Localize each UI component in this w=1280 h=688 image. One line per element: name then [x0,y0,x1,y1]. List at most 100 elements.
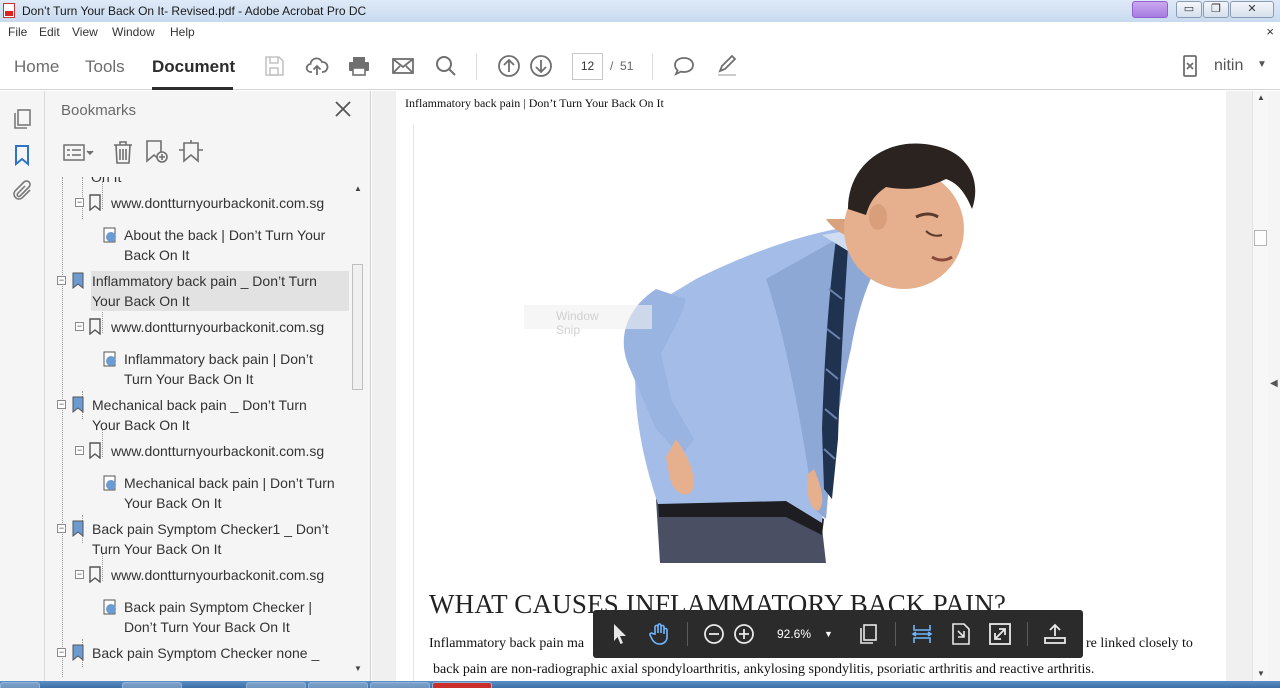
scroll-down-icon[interactable]: ▼ [1257,669,1265,678]
print-icon[interactable] [347,54,371,78]
fit-page-icon[interactable] [949,622,973,646]
pdf-app-icon [3,3,15,18]
bookmark-item[interactable]: Inflammatory back pain | Don’t Turn Your … [103,349,351,389]
close-icon[interactable] [333,99,353,119]
user-account-name[interactable]: nitin [1214,57,1243,75]
back-pain-photo [623,143,976,563]
upload-cloud-icon[interactable] [305,54,329,78]
close-document-button[interactable]: × [1266,24,1274,39]
bookmark-icon [88,194,102,212]
body-text-line-2: back pain are non-radiographic axial spo… [433,662,1095,677]
toolbar-separator [1027,622,1028,646]
document-scrollbar[interactable]: ▲ ▼ [1252,91,1268,688]
taskbar-button[interactable] [122,682,182,688]
bookmark-item[interactable]: Back pain Symptom Checker | Don’t Turn Yo… [103,597,351,637]
tab-tools[interactable]: Tools [85,57,125,77]
mobile-link-icon[interactable] [1178,54,1202,78]
expand-right-pane-icon[interactable]: ◀ [1270,378,1278,389]
taskbar-button[interactable] [308,682,368,688]
select-arrow-icon[interactable] [608,622,632,646]
window-snip-ghost: Window Snip [524,305,652,337]
zoom-in-icon[interactable] [732,622,756,646]
page-number-input[interactable]: 12 [572,53,603,80]
menu-bar: File Edit View Window Help × [0,22,1280,42]
chevron-down-icon[interactable]: ▼ [824,629,833,639]
running-header: Inflammatory back pain | Don’t Turn Your… [405,96,664,110]
web-page-icon [103,227,117,244]
delete-bookmark-icon[interactable] [112,139,134,165]
search-icon[interactable] [434,54,458,78]
bookmark-item[interactable]: − Mechanical back pain _ Don’t Turn Your … [57,395,349,435]
collapse-toggle-icon[interactable]: − [57,400,66,409]
taskbar-acrobat-button[interactable] [432,682,492,688]
next-page-icon[interactable] [529,54,553,78]
attachment-icon[interactable] [10,179,34,203]
chevron-down-icon[interactable]: ▼ [1257,59,1267,70]
web-page-icon [103,599,117,616]
os-taskbar [0,681,1280,688]
new-bookmark-icon[interactable] [145,139,169,165]
full-screen-icon[interactable] [988,622,1012,646]
bookmark-item-selected[interactable]: − Inflammatory back pain _ Don’t Turn You… [57,271,349,311]
page-display-icon[interactable] [856,622,880,646]
collapse-toggle-icon[interactable]: − [57,648,66,657]
pdf-page: Inflammatory back pain | Don’t Turn Your… [396,91,1226,688]
scroll-down-icon[interactable]: ▼ [354,664,362,673]
taskbar-start-button[interactable] [0,682,40,688]
previous-page-icon[interactable] [497,54,521,78]
window-title: Don’t Turn Your Back On It- Revised.pdf … [22,4,367,18]
web-page-icon [103,351,117,368]
zoom-out-icon[interactable] [702,622,726,646]
document-view[interactable]: Inflammatory back pain | Don’t Turn Your… [372,91,1252,688]
collapse-toggle-icon[interactable]: − [57,524,66,533]
new-bookmark-from-structure-icon[interactable] [178,139,204,165]
bookmark-icon[interactable] [10,143,34,167]
tab-document[interactable]: Document [152,57,235,77]
bookmark-icon [88,442,102,460]
toolbar-separator [687,622,688,646]
bookmark-item[interactable]: About the back | Don’t Turn Your Back On … [103,225,351,265]
bookmark-item[interactable]: − www.dontturnyourbackonit.com.sg [75,193,351,213]
bookmark-options-icon[interactable] [63,139,95,165]
menu-edit[interactable]: Edit [39,25,60,39]
fit-width-icon[interactable] [910,622,934,646]
collapse-toggle-icon[interactable]: − [75,570,84,579]
bookmark-item[interactable]: Mechanical back pain | Don’t Turn Your Ba… [103,473,351,513]
menu-window[interactable]: Window [112,25,155,39]
scroll-up-icon[interactable]: ▲ [354,184,362,193]
bookmark-item[interactable]: − Back pain Symptom Checker1 _ Don’t Turn… [57,519,349,559]
taskbar-button[interactable] [370,682,430,688]
menu-file[interactable]: File [8,25,27,39]
share-upload-icon[interactable] [1043,622,1067,646]
scroll-up-icon[interactable]: ▲ [1257,93,1265,102]
menu-view[interactable]: View [72,25,98,39]
bookmark-icon [71,272,85,290]
bookmark-item[interactable]: − www.dontturnyourbackonit.com.sg [75,441,351,461]
minimize-button[interactable]: ▭ [1176,1,1202,18]
bookmark-item[interactable]: − www.dontturnyourbackonit.com.sg [75,565,351,585]
maximize-button[interactable]: ❐ [1203,1,1229,18]
page-thumbnails-icon[interactable] [10,107,34,131]
email-icon[interactable] [391,54,415,78]
bookmarks-scrollbar[interactable]: ▲ ▼ [351,182,365,678]
bookmark-item[interactable]: − www.dontturnyourbackonit.com.sg [75,317,351,337]
comment-icon[interactable] [672,54,696,78]
collapse-toggle-icon[interactable]: − [75,322,84,331]
body-text-line-1-end: re linked closely to [1086,636,1193,651]
bookmark-icon [71,396,85,414]
sign-pen-icon[interactable] [715,54,739,78]
scrollbar-thumb[interactable] [1254,230,1267,246]
collapse-toggle-icon[interactable]: − [75,446,84,455]
scrollbar-thumb[interactable] [352,264,363,390]
tab-home[interactable]: Home [14,57,59,77]
menu-help[interactable]: Help [170,25,195,39]
taskbar-button[interactable] [246,682,306,688]
collapse-toggle-icon[interactable]: − [57,276,66,285]
close-window-button[interactable]: ✕ [1230,1,1274,18]
collapse-toggle-icon[interactable]: − [75,198,84,207]
zoom-level[interactable]: 92.6% [777,627,811,641]
bookmark-item[interactable]: − Back pain Symptom Checker none _ [57,643,349,663]
window-extra-button[interactable] [1132,1,1168,18]
hand-tool-icon[interactable] [647,622,671,646]
save-icon[interactable] [262,54,286,78]
